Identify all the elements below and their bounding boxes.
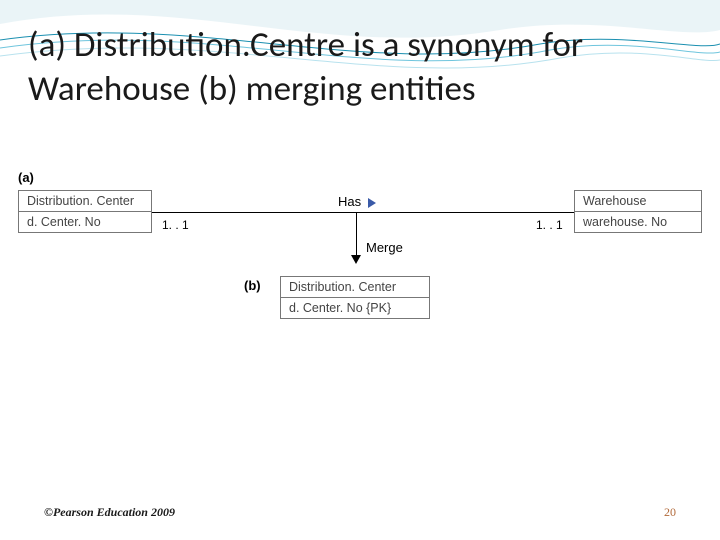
- section-a-label: (a): [18, 170, 34, 185]
- entity-attr: d. Center. No {PK}: [281, 297, 429, 318]
- entity-attr: d. Center. No: [19, 211, 151, 232]
- play-icon: [368, 198, 376, 208]
- entity-warehouse: Warehouse warehouse. No: [574, 190, 702, 233]
- entity-distribution-center-b: Distribution. Center d. Center. No {PK}: [280, 276, 430, 319]
- entity-name: Distribution. Center: [281, 277, 429, 297]
- arrow-down-icon: [351, 255, 361, 264]
- section-b-label: (b): [244, 278, 261, 293]
- entity-name: Distribution. Center: [19, 191, 151, 211]
- entity-attr: warehouse. No: [575, 211, 701, 232]
- relationship-label: Has: [338, 194, 361, 209]
- merge-arrow-line: [356, 213, 357, 257]
- multiplicity-left: 1. . 1: [162, 218, 189, 232]
- entity-distribution-center-a: Distribution. Center d. Center. No: [18, 190, 152, 233]
- multiplicity-right: 1. . 1: [536, 218, 563, 232]
- merge-label: Merge: [366, 240, 403, 255]
- entity-name: Warehouse: [575, 191, 701, 211]
- copyright: ©Pearson Education 2009: [44, 505, 175, 520]
- slide-title: (a) Distribution.Centre is a synonym for…: [28, 24, 692, 112]
- page-number: 20: [664, 505, 676, 520]
- relationship-line: [152, 212, 574, 213]
